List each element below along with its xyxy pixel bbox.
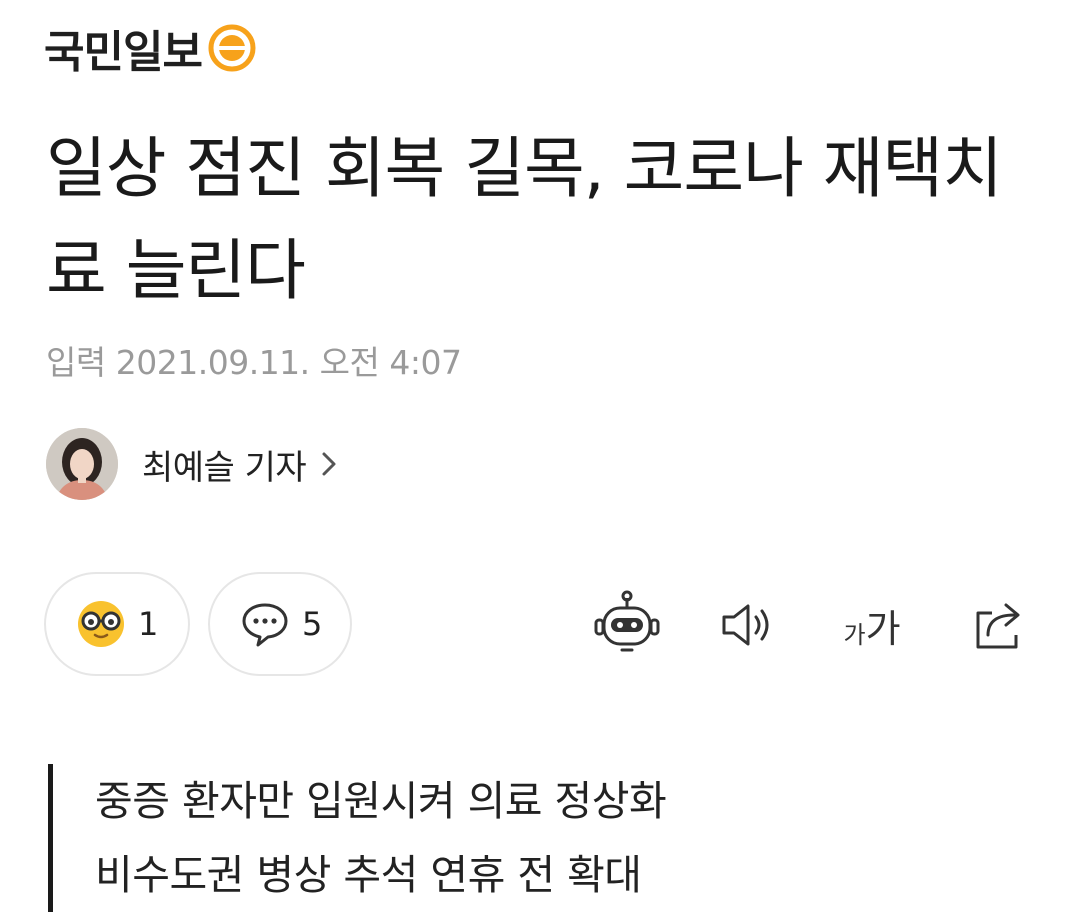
- share-icon: [976, 603, 1020, 649]
- article-subheads: 중증 환자만 입원시켜 의료 정상화 비수도권 병상 추석 연휴 전 확대: [48, 764, 1028, 912]
- brand-logo-link[interactable]: 국민일보: [44, 18, 256, 78]
- brand-name: 국민일보: [44, 27, 203, 78]
- robot-icon: [594, 590, 660, 652]
- comment-button[interactable]: 5: [208, 572, 352, 676]
- comment-count: 5: [302, 605, 323, 643]
- text-to-speech-button[interactable]: [716, 590, 782, 660]
- reaction-button[interactable]: 1: [44, 572, 190, 676]
- reporter-link[interactable]: 최예슬 기자: [46, 428, 338, 500]
- kmib-circle-logo-icon: [208, 24, 256, 72]
- article-dateline: 입력 2021.09.11. 오전 4:07: [46, 336, 462, 384]
- date-label: 입력: [46, 343, 106, 382]
- summary-bot-button[interactable]: [592, 590, 662, 660]
- font-size-small-label: 가: [843, 620, 866, 649]
- share-button[interactable]: [966, 590, 1032, 660]
- font-size-large-label: 가: [865, 606, 901, 651]
- glasses-face-icon: [78, 601, 124, 647]
- article-headline: 일상 점진 회복 길목, 코로나 재택치료 늘린다: [46, 130, 1003, 309]
- reporter-avatar-icon: [46, 428, 118, 500]
- date-value: 2021.09.11. 오전 4:07: [115, 343, 462, 382]
- chevron-right-icon: [322, 452, 336, 476]
- font-size-button[interactable]: 가가: [834, 590, 910, 660]
- speaker-icon: [722, 604, 769, 646]
- speech-bubble-icon: [242, 603, 288, 647]
- reporter-name: 최예슬 기자: [142, 447, 307, 488]
- subhead-line: 비수도권 병상 추석 연휴 전 확대: [95, 851, 642, 899]
- reaction-count: 1: [138, 605, 159, 643]
- subhead-line: 중증 환자만 입원시켜 의료 정상화: [95, 777, 667, 825]
